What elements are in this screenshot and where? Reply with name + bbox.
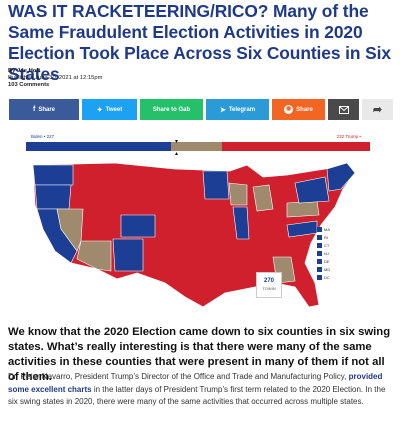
electoral-map: Biden • 227 232 Trump • ▾ ▴ MA RI CT NJ … bbox=[25, 133, 371, 311]
270-logo-text: TOWIN bbox=[262, 286, 276, 291]
comments-count[interactable]: 103 Comments bbox=[8, 82, 102, 89]
east-state-item: MA bbox=[317, 225, 337, 233]
east-state-item: MD bbox=[317, 265, 337, 273]
state-pennsylvania bbox=[286, 200, 320, 218]
ev-bar-trump bbox=[221, 142, 370, 151]
east-state-swatch bbox=[317, 266, 322, 272]
facebook-share-button[interactable]: f Share bbox=[9, 99, 79, 120]
east-state-label: RI bbox=[324, 234, 328, 240]
article-meta: By Joe Hoft Published June 30, 2021 at 1… bbox=[8, 68, 102, 89]
east-state-swatch bbox=[317, 258, 322, 264]
east-state-swatch bbox=[317, 234, 322, 240]
east-state-swatch bbox=[317, 226, 322, 232]
article-page: WAS IT RACKETEERING/RICO? Many of the Sa… bbox=[0, 0, 400, 439]
east-state-label: CT bbox=[324, 242, 330, 248]
facebook-icon: f bbox=[32, 106, 36, 113]
share-bar: f Share ✦ Tweet Share to Gab ➤ Telegram … bbox=[9, 99, 393, 120]
state-colorado bbox=[120, 214, 156, 238]
east-state-item: CT bbox=[317, 241, 337, 249]
east-state-label: MD bbox=[324, 266, 331, 272]
published-date: Published June 30, 2021 at 12:15pm bbox=[8, 75, 103, 81]
east-state-item: NJ bbox=[317, 249, 337, 257]
east-state-label: MA bbox=[324, 226, 330, 232]
east-state-legend: MA RI CT NJ DE MD DC bbox=[317, 225, 337, 281]
telegram-icon: ➤ bbox=[219, 106, 226, 114]
email-icon bbox=[338, 105, 349, 114]
east-state-item: RI bbox=[317, 233, 337, 241]
telegram-share-label: Telegram bbox=[228, 106, 256, 113]
twitter-icon: ✦ bbox=[96, 106, 103, 114]
gab-share-label: Share to Gab bbox=[152, 106, 191, 113]
ev-bar-tossup bbox=[171, 142, 222, 151]
ev-midpoint-marker-top: ▾ bbox=[175, 139, 179, 145]
facebook-share-label: Share bbox=[38, 106, 56, 113]
ev-labels: Biden • 227 232 Trump • bbox=[25, 133, 371, 141]
east-state-swatch bbox=[317, 250, 322, 256]
state-wisconsin bbox=[228, 182, 248, 206]
state-minnesota bbox=[202, 170, 230, 200]
270-logo-number: 270 bbox=[263, 278, 274, 284]
east-state-item: DE bbox=[317, 257, 337, 265]
biden-ev-label: Biden • 227 bbox=[31, 134, 55, 139]
270-to-win-logo[interactable]: 270 TOWIN bbox=[256, 272, 282, 298]
east-state-label: DE bbox=[324, 258, 330, 264]
forward-arrow-icon: ➦ bbox=[372, 104, 383, 116]
forward-button[interactable]: ➦ bbox=[362, 99, 393, 120]
state-new-mexico bbox=[112, 238, 144, 272]
east-state-swatch bbox=[317, 242, 322, 248]
east-state-swatch bbox=[317, 274, 322, 280]
ev-bar-biden bbox=[26, 142, 172, 151]
telegram-share-button[interactable]: ➤ Telegram bbox=[206, 99, 269, 120]
state-arizona bbox=[76, 240, 112, 272]
electoral-vote-bar bbox=[26, 142, 370, 151]
share-icon: ◉ bbox=[284, 105, 294, 114]
twitter-share-label: Tweet bbox=[105, 106, 123, 113]
generic-share-button[interactable]: ◉ Share bbox=[272, 99, 325, 120]
state-washington bbox=[32, 164, 74, 186]
gab-share-button[interactable]: Share to Gab bbox=[140, 99, 203, 120]
state-oregon bbox=[34, 184, 72, 210]
email-share-button[interactable] bbox=[328, 99, 359, 120]
generic-share-label: Share bbox=[296, 106, 313, 113]
east-state-item: DC bbox=[317, 273, 337, 281]
author-byline[interactable]: By Joe Hoft bbox=[8, 68, 102, 75]
body-paragraph: Dr. Peter Navarro, President Trump’s Dir… bbox=[8, 371, 396, 409]
trump-ev-label: 232 Trump • bbox=[336, 134, 361, 139]
body-paragraph-start: Dr. Peter Navarro, President Trump’s Dir… bbox=[8, 372, 349, 381]
east-state-label: NJ bbox=[324, 250, 329, 256]
twitter-share-button[interactable]: ✦ Tweet bbox=[82, 99, 137, 120]
east-state-label: DC bbox=[324, 274, 330, 280]
